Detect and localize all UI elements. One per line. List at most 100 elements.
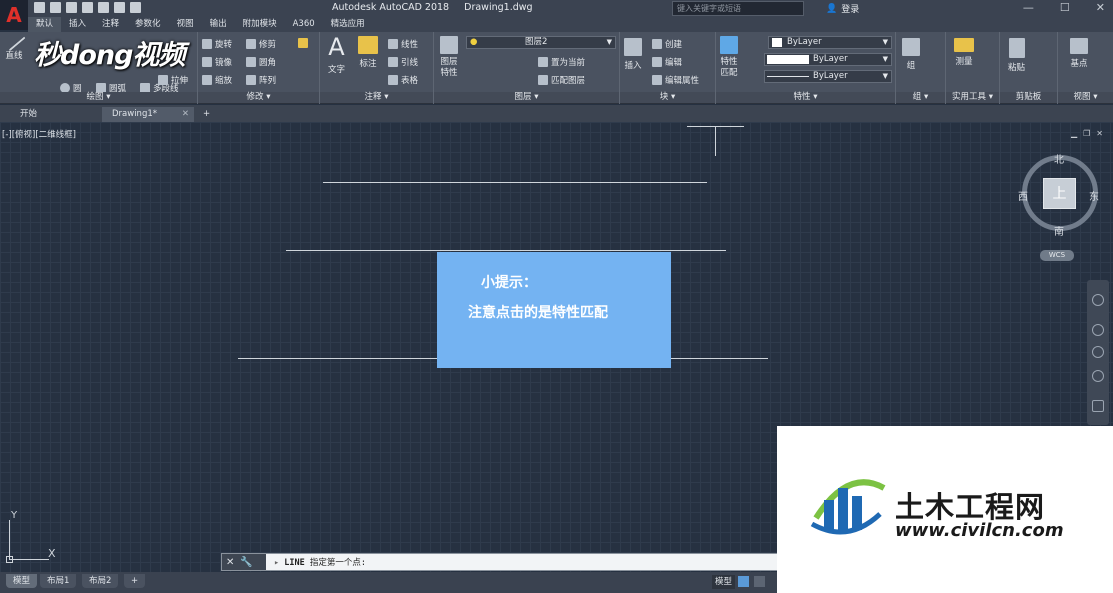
compass-east[interactable]: 东 <box>1089 188 1099 203</box>
tab-parametric[interactable]: 参数化 <box>127 17 169 32</box>
model-space-button[interactable]: 模型 <box>712 575 736 589</box>
drawn-line[interactable] <box>286 250 726 251</box>
rotate-tool[interactable]: 旋转 <box>202 38 232 50</box>
close-command-icon[interactable]: ✕ <box>226 557 234 568</box>
showmotion-icon[interactable] <box>1092 400 1104 412</box>
lineweight-dropdown[interactable]: ByLayer ▼ <box>764 70 892 83</box>
grid-toggle-icon[interactable] <box>738 576 749 587</box>
drawn-line[interactable] <box>323 182 707 183</box>
scale-tool[interactable]: 缩放 <box>202 74 232 86</box>
new-tab-button[interactable]: + <box>198 107 216 122</box>
create-block-tool[interactable]: 创建 <box>652 38 682 50</box>
draw-panel-label[interactable]: 绘图 ▾ <box>0 92 197 103</box>
tab-default[interactable]: 默认 <box>28 17 62 32</box>
close-tab-icon[interactable]: ✕ <box>182 107 189 122</box>
fillet-icon <box>246 57 256 67</box>
tab-start[interactable]: 开始 <box>10 107 100 122</box>
viewport-window-controls: ▁ ❐ ✕ <box>1071 129 1103 138</box>
snap-toggle-icon[interactable] <box>754 576 765 587</box>
tab-drawing1[interactable]: Drawing1* ✕ <box>102 107 194 122</box>
redo-icon[interactable] <box>130 2 141 13</box>
pan-icon[interactable] <box>1092 324 1104 336</box>
array-tool[interactable]: 阵列 <box>246 74 276 86</box>
zoom-extents-icon[interactable] <box>1092 346 1104 358</box>
tab-output[interactable]: 输出 <box>202 17 235 32</box>
command-chevron-icon[interactable]: ▸ <box>274 558 279 568</box>
clipboard-panel-label[interactable]: 剪贴板 <box>1000 92 1057 103</box>
edit-attributes-tool[interactable]: 编辑属性 <box>652 74 699 86</box>
view-panel-label[interactable]: 视图 ▾ <box>1058 92 1113 103</box>
minimize-viewport-icon[interactable]: ▁ <box>1071 129 1077 138</box>
linear-tool[interactable]: 线性 <box>388 38 418 50</box>
table-tool[interactable]: 表格 <box>388 74 418 86</box>
tab-layout2[interactable]: 布局2 <box>82 574 119 588</box>
layers-panel-label[interactable]: 图层 ▾ <box>434 92 619 103</box>
annotation-panel-label[interactable]: 注释 ▾ <box>320 92 433 103</box>
customize-wrench-icon[interactable]: 🔧 <box>240 557 252 568</box>
pencil-icon[interactable] <box>298 38 308 48</box>
tab-view[interactable]: 视图 <box>169 17 202 32</box>
edit-block-tool[interactable]: 编辑 <box>652 56 682 68</box>
tab-model[interactable]: 模型 <box>6 574 38 588</box>
utilities-panel-label[interactable]: 实用工具 ▾ <box>946 92 999 103</box>
dimension-tool[interactable]: 标注 <box>358 36 378 69</box>
wcs-menu[interactable]: WCS <box>1040 250 1074 261</box>
block-panel-label[interactable]: 块 ▾ <box>620 92 715 103</box>
base-view-tool[interactable]: 基点 <box>1070 38 1088 69</box>
tab-a360[interactable]: A360 <box>285 17 323 32</box>
compass-west[interactable]: 西 <box>1018 188 1028 203</box>
color-dropdown[interactable]: ByLayer ▼ <box>768 36 892 49</box>
ucs-origin <box>6 556 13 563</box>
layer-dropdown[interactable]: ● 图层2 ▼ <box>466 36 616 49</box>
save-as-icon[interactable] <box>82 2 93 13</box>
application-menu-button[interactable]: A <box>0 0 28 30</box>
restore-viewport-icon[interactable]: ❐ <box>1083 129 1090 138</box>
line-tool[interactable]: 直线 <box>2 28 26 61</box>
steering-wheel-icon[interactable] <box>1092 294 1104 306</box>
print-icon[interactable] <box>98 2 109 13</box>
match-properties-tool[interactable]: 特性 匹配 <box>720 36 738 79</box>
orbit-icon[interactable] <box>1092 370 1104 382</box>
properties-panel-label[interactable]: 特性 ▾ <box>716 92 895 103</box>
modify-panel-label[interactable]: 修改 ▾ <box>198 92 319 103</box>
close-icon[interactable]: ✕ <box>1096 1 1105 14</box>
tip-body: 注意点击的是特性匹配 <box>468 305 608 321</box>
maximize-icon[interactable]: ☐ <box>1060 1 1070 14</box>
match-layer-tool[interactable]: 匹配图层 <box>538 74 585 86</box>
tab-insert[interactable]: 插入 <box>61 17 94 32</box>
close-viewport-icon[interactable]: ✕ <box>1096 129 1103 138</box>
add-layout-button[interactable]: + <box>124 574 146 588</box>
stretch-tool[interactable]: 拉伸 <box>158 74 188 86</box>
text-tool[interactable]: A 文字 <box>328 34 345 75</box>
mirror-tool[interactable]: 镜像 <box>202 56 232 68</box>
properties-panel: 特性 匹配 ByLayer ▼ ByLayer ▼ ByLayer ▼ 特性 ▾ <box>716 32 896 104</box>
trim-tool[interactable]: 修剪 <box>246 38 276 50</box>
fillet-tool[interactable]: 圆角 <box>246 56 276 68</box>
command-line[interactable]: ✕ 🔧 ▸ LINE 指定第一个点: <box>221 553 779 571</box>
new-icon[interactable] <box>34 2 45 13</box>
login-button[interactable]: 👤 登录 <box>826 2 859 16</box>
tab-annotate[interactable]: 注释 <box>94 17 127 32</box>
help-search-input[interactable]: 键入关键字或短语 <box>672 1 804 16</box>
save-icon[interactable] <box>66 2 77 13</box>
set-current-tool[interactable]: 置为当前 <box>538 56 585 68</box>
tab-addins[interactable]: 附加模块 <box>235 17 285 32</box>
undo-icon[interactable] <box>114 2 125 13</box>
viewport-controls-label[interactable]: [-][俯视][二维线框] <box>2 128 76 140</box>
layer-properties-tool[interactable]: 图层 特性 <box>440 36 458 79</box>
leader-tool[interactable]: 引线 <box>388 56 418 68</box>
group-tool[interactable]: 组 <box>902 38 920 71</box>
viewcube-top-face[interactable]: 上 <box>1043 178 1076 209</box>
groups-panel-label[interactable]: 组 ▾ <box>896 92 945 103</box>
tab-featured-apps[interactable]: 精选应用 <box>323 17 373 32</box>
viewcube[interactable]: 上 北 南 东 西 <box>1018 155 1099 238</box>
compass-north[interactable]: 北 <box>1054 151 1064 166</box>
minimize-icon[interactable]: — <box>1023 1 1034 14</box>
tab-layout1[interactable]: 布局1 <box>40 574 77 588</box>
measure-tool[interactable]: 测量 <box>954 38 974 67</box>
open-icon[interactable] <box>50 2 61 13</box>
linetype-dropdown[interactable]: ByLayer ▼ <box>764 53 892 66</box>
compass-south[interactable]: 南 <box>1054 223 1064 238</box>
insert-tool[interactable]: 插入 <box>624 38 642 71</box>
paste-tool[interactable]: 粘贴 <box>1008 38 1025 73</box>
